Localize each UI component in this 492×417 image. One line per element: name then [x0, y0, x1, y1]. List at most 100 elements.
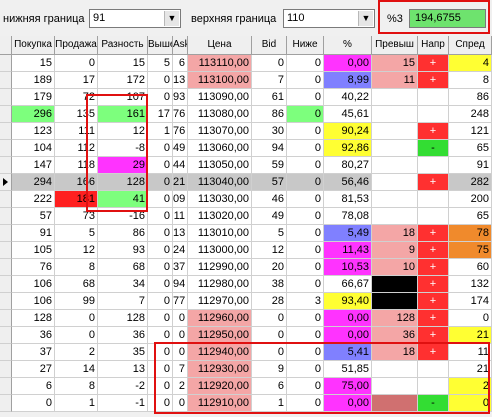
cell-buy[interactable]: 0: [12, 395, 55, 412]
row-indicator[interactable]: [0, 361, 12, 378]
column-header-difference[interactable]: Разность: [98, 36, 148, 55]
cell-buy[interactable]: 106: [12, 293, 55, 310]
column-header-percent[interactable]: %: [324, 36, 372, 55]
cell-buy[interactable]: 179: [12, 89, 55, 106]
cell-excess[interactable]: 11: [372, 72, 418, 89]
cell-spread[interactable]: 78: [449, 225, 492, 242]
cell-ask[interactable]: 24: [173, 242, 188, 259]
column-header-ask[interactable]: Ask: [173, 36, 188, 55]
cell-spread[interactable]: 86: [449, 89, 492, 106]
cell-direction[interactable]: +: [418, 174, 449, 191]
cell-price[interactable]: 113070,00: [188, 123, 252, 140]
cell-buy[interactable]: 6: [12, 378, 55, 395]
cell-price[interactable]: 113040,00: [188, 174, 252, 191]
cell-spread[interactable]: 75: [449, 242, 492, 259]
cell-bid[interactable]: 30: [252, 123, 287, 140]
cell-sell[interactable]: 1: [55, 395, 98, 412]
cell-excess[interactable]: 128: [372, 310, 418, 327]
cell-excess[interactable]: [372, 191, 418, 208]
cell-below[interactable]: 0: [287, 157, 324, 174]
cell-sell[interactable]: 0: [55, 310, 98, 327]
cell-excess[interactable]: 18: [372, 225, 418, 242]
cell-excess[interactable]: [372, 123, 418, 140]
cell-above[interactable]: 0: [148, 191, 173, 208]
cell-percent[interactable]: 56,46: [324, 174, 372, 191]
cell-excess[interactable]: [372, 174, 418, 191]
cell-price[interactable]: 113110,00: [188, 55, 252, 72]
column-header-price[interactable]: Цена: [188, 36, 252, 55]
cell-direction[interactable]: +: [418, 55, 449, 72]
cell-price[interactable]: 112960,00: [188, 310, 252, 327]
cell-direction[interactable]: +: [418, 293, 449, 310]
cell-direction[interactable]: +: [418, 72, 449, 89]
cell-above[interactable]: 1: [148, 123, 173, 140]
cell-ask[interactable]: 6: [173, 55, 188, 72]
row-indicator[interactable]: [0, 310, 12, 327]
cell-ask[interactable]: 76: [173, 123, 188, 140]
cell-below[interactable]: 0: [287, 310, 324, 327]
cell-percent[interactable]: 92,86: [324, 140, 372, 157]
cell-sell[interactable]: 8: [55, 378, 98, 395]
column-header-spread[interactable]: Спред: [449, 36, 492, 55]
cell-bid[interactable]: 7: [252, 72, 287, 89]
cell-percent[interactable]: 66,67: [324, 276, 372, 293]
cell-bid[interactable]: 59: [252, 157, 287, 174]
cell-difference[interactable]: 86: [98, 225, 148, 242]
cell-bid[interactable]: 12: [252, 242, 287, 259]
row-indicator[interactable]: [0, 123, 12, 140]
column-header-sell[interactable]: Продажа: [55, 36, 98, 55]
cell-price[interactable]: 113030,00: [188, 191, 252, 208]
cell-spread[interactable]: 65: [449, 208, 492, 225]
cell-bid[interactable]: 0: [252, 55, 287, 72]
cell-percent[interactable]: 0,00: [324, 310, 372, 327]
cell-sell[interactable]: 68: [55, 276, 98, 293]
cell-ask[interactable]: 13: [173, 225, 188, 242]
cell-direction[interactable]: +: [418, 259, 449, 276]
cell-difference[interactable]: 128: [98, 310, 148, 327]
cell-excess[interactable]: 15: [372, 55, 418, 72]
cell-direction[interactable]: +: [418, 123, 449, 140]
cell-ask[interactable]: 44: [173, 157, 188, 174]
cell-below[interactable]: 0: [287, 242, 324, 259]
cell-direction[interactable]: +: [418, 276, 449, 293]
cell-difference[interactable]: 35: [98, 344, 148, 361]
cell-sell[interactable]: 8: [55, 259, 98, 276]
cell-buy[interactable]: 57: [12, 208, 55, 225]
cell-above[interactable]: 0: [148, 259, 173, 276]
cell-spread[interactable]: 174: [449, 293, 492, 310]
cell-percent[interactable]: 0,00: [324, 55, 372, 72]
cell-excess[interactable]: 10: [372, 259, 418, 276]
cell-buy[interactable]: 222: [12, 191, 55, 208]
cell-buy[interactable]: 104: [12, 140, 55, 157]
cell-bid[interactable]: 28: [252, 293, 287, 310]
cell-percent[interactable]: 78,08: [324, 208, 372, 225]
cell-excess[interactable]: [372, 140, 418, 157]
row-indicator[interactable]: [0, 259, 12, 276]
cell-buy[interactable]: 37: [12, 344, 55, 361]
row-indicator[interactable]: [0, 276, 12, 293]
upper-bound-combo[interactable]: 110 ▼: [283, 9, 375, 28]
cell-spread[interactable]: 121: [449, 123, 492, 140]
cell-below[interactable]: 0: [287, 89, 324, 106]
cell-spread[interactable]: 0: [449, 310, 492, 327]
column-header-above[interactable]: Выше: [148, 36, 173, 55]
row-indicator[interactable]: [0, 327, 12, 344]
cell-above[interactable]: 0: [148, 208, 173, 225]
cell-spread[interactable]: 65: [449, 140, 492, 157]
cell-difference[interactable]: 172: [98, 72, 148, 89]
cell-difference[interactable]: -1: [98, 395, 148, 412]
cell-excess[interactable]: 9: [372, 242, 418, 259]
column-header-direction[interactable]: Напр: [418, 36, 449, 55]
cell-sell[interactable]: 0: [55, 327, 98, 344]
cell-percent[interactable]: 45,61: [324, 106, 372, 123]
cell-above[interactable]: 5: [148, 55, 173, 72]
cell-difference[interactable]: 15: [98, 55, 148, 72]
cell-excess[interactable]: [372, 208, 418, 225]
cell-sell[interactable]: 12: [55, 242, 98, 259]
cell-sell[interactable]: 17: [55, 72, 98, 89]
cell-ask[interactable]: 76: [173, 106, 188, 123]
cell-excess[interactable]: [372, 89, 418, 106]
cell-direction[interactable]: [418, 106, 449, 123]
cell-below[interactable]: 0: [287, 276, 324, 293]
cell-spread[interactable]: 282: [449, 174, 492, 191]
